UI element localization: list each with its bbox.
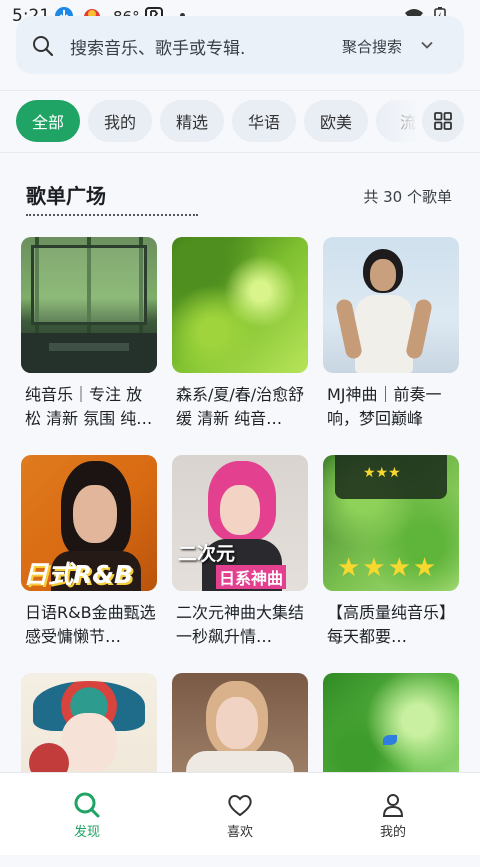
nav-label: 喜欢 <box>226 825 253 840</box>
nav-profile[interactable]: 我的 <box>333 773 453 855</box>
chevron-down-icon[interactable] <box>420 38 434 52</box>
nav-favorites[interactable]: 喜欢 <box>180 773 300 855</box>
chip-all[interactable]: 全部 <box>16 100 80 142</box>
playlist-card[interactable]: ★★★★ ★★★ 【高质量纯音乐】每天都要… <box>323 455 459 649</box>
grid-icon <box>434 112 452 130</box>
playlist-card[interactable]: 纯音乐｜专注 放松 清新 氛围 纯… <box>21 237 157 431</box>
playlist-card[interactable]: 日式R&B 日语R&B金曲甄选 感受慵懒节… <box>21 455 157 649</box>
cover-text: 二次元 <box>178 543 236 565</box>
search-input[interactable]: 搜索音乐、歌手或专辑. <box>70 34 245 59</box>
section-title: 歌单广场 <box>26 184 106 208</box>
playlist-cover <box>21 237 157 373</box>
cover-text: 日式R&B <box>23 560 134 589</box>
playlist-title: 二次元神曲大集结 一秒飙升情… <box>176 603 305 646</box>
chip-western[interactable]: 欧美 <box>304 100 368 142</box>
search-icon <box>74 792 100 818</box>
playlist-title: 日语R&B金曲甄选 感受慵懒节… <box>25 603 156 646</box>
playlist-cover: 二次元 日系神曲 <box>172 455 308 591</box>
divider <box>0 90 480 91</box>
category-chips: 全部 我的 精选 华语 欧美 流 <box>16 100 422 142</box>
playlist-title: 纯音乐｜专注 放松 清新 氛围 纯… <box>25 385 153 428</box>
playlist-count: 共 30 个歌单 <box>363 188 452 206</box>
nav-label: 我的 <box>379 825 406 840</box>
star-icon: ★★★ <box>363 465 401 481</box>
search-bar[interactable]: 搜索音乐、歌手或专辑. 聚合搜索 <box>16 16 464 74</box>
playlist-card[interactable]: 二次元 日系神曲 二次元神曲大集结 一秒飙升情… <box>172 455 308 649</box>
section-underline <box>26 214 198 216</box>
chip-featured[interactable]: 精选 <box>160 100 224 142</box>
nav-discover[interactable]: 发现 <box>27 773 147 855</box>
bottom-navigation: 发现 喜欢 我的 <box>0 772 480 855</box>
divider <box>0 152 480 153</box>
playlist-card[interactable]: 森系/夏/春/治愈舒缓 清新 纯音… <box>172 237 308 431</box>
grid-view-button[interactable] <box>422 100 464 142</box>
nav-label: 发现 <box>73 825 100 840</box>
cover-text: 日系神曲 <box>216 565 287 589</box>
playlist-cover: 日式R&B <box>21 455 157 591</box>
search-mode-select[interactable]: 聚合搜索 <box>342 36 402 57</box>
playlist-cover <box>172 237 308 373</box>
playlist-title: 森系/夏/春/治愈舒缓 清新 纯音… <box>176 385 305 428</box>
playlist-card[interactable]: MJ神曲｜前奏一响，梦回巅峰 <box>323 237 459 431</box>
chip-chinese[interactable]: 华语 <box>232 100 296 142</box>
playlist-title: 【高质量纯音乐】每天都要… <box>327 603 456 646</box>
person-icon <box>382 794 404 817</box>
chip-mine[interactable]: 我的 <box>88 100 152 142</box>
heart-icon <box>228 795 252 817</box>
playlist-cover: ★★★★ ★★★ <box>323 455 459 591</box>
playlist-title: MJ神曲｜前奏一响，梦回巅峰 <box>327 385 442 428</box>
playlist-cover <box>323 237 459 373</box>
search-icon <box>33 36 54 57</box>
star-icon: ★★★★ <box>337 553 439 583</box>
